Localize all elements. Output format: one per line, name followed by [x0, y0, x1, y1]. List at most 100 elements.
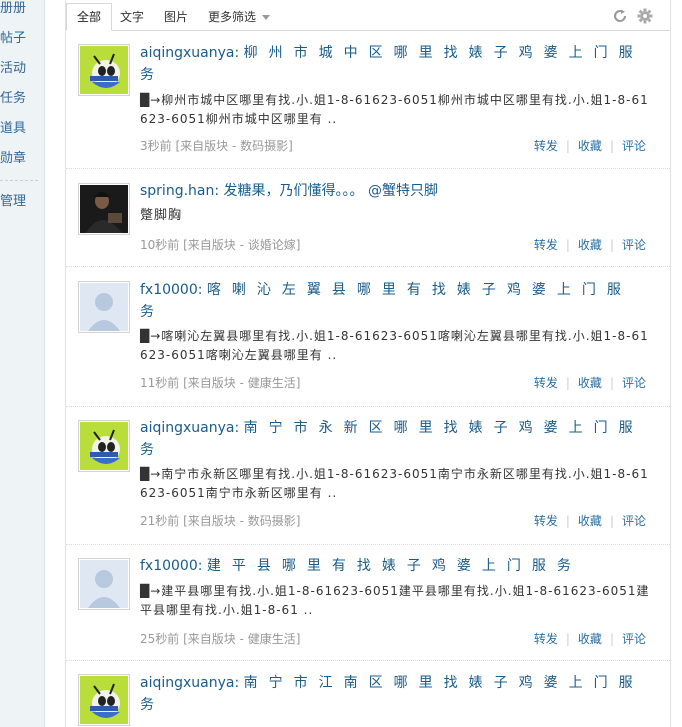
author-link[interactable]: spring.han	[140, 183, 214, 199]
post-source[interactable]: [来自版块 - 健康生活]	[183, 376, 300, 390]
author-link[interactable]: aiqingxuanya	[140, 420, 234, 436]
post-title: spring.han: 发糖果，乃们懂得。。。 @蟹特只脚	[140, 180, 650, 202]
separator: |	[609, 376, 614, 390]
forward-button[interactable]: 转发	[534, 139, 558, 153]
author-link[interactable]: fx10000	[140, 282, 198, 298]
post-actions: 转发 | 收藏 | 评论	[534, 374, 646, 391]
caret-down-icon	[261, 15, 270, 20]
author-link[interactable]: fx10000	[140, 558, 198, 574]
sidebar-item-manage[interactable]: 管理	[0, 187, 44, 217]
post-time: 10秒前	[140, 238, 180, 252]
post-body: █→柳州市城中区哪里有找.小.姐1-8-61623-6051柳州市城中区哪里有找…	[140, 93, 649, 126]
left-sidebar: 册册 帖子 活动 任务 道具 勋章 管理	[0, 0, 45, 727]
sidebar-divider	[0, 180, 38, 181]
separator: |	[565, 632, 570, 646]
post-body: 蹩脚胸	[140, 208, 183, 223]
post-meta: 3秒前 [来自版块 - 数码摄影]	[140, 137, 293, 154]
post-body: █→建平县哪里有找.小.姐1-8-61623-6051建平县哪里有找.小.姐1-…	[140, 584, 650, 617]
feed-panel: 全部 文字 图片 更多筛选 aiqingxuanya: 柳州市城中区哪里找婊子鸡…	[65, 0, 671, 727]
colon: :	[214, 183, 220, 199]
post-actions: 转发 | 收藏 | 评论	[534, 236, 646, 253]
colon: :	[234, 675, 240, 691]
gear-icon[interactable]	[637, 8, 653, 24]
separator: |	[565, 514, 570, 528]
colon: :	[234, 420, 240, 436]
post-meta: 21秒前 [来自版块 - 数码摄影]	[140, 512, 300, 529]
post-source[interactable]: [来自版块 - 数码摄影]	[175, 139, 292, 153]
favorite-button[interactable]: 收藏	[578, 632, 602, 646]
post-actions: 转发 | 收藏 | 评论	[534, 137, 646, 154]
post-meta: 11秒前 [来自版块 - 健康生活]	[140, 374, 300, 391]
favorite-button[interactable]: 收藏	[578, 514, 602, 528]
avatar[interactable]	[78, 44, 130, 96]
colon: :	[197, 282, 203, 298]
post-title: aiqingxuanya: 南宁市永新区哪里找婊子鸡婆上门服务	[140, 417, 650, 461]
author-link[interactable]: aiqingxuanya	[140, 45, 234, 61]
post-body: █→喀喇沁左翼县哪里有找.小.姐1-8-61623-6051喀喇沁左翼县哪里有找…	[140, 329, 649, 362]
avatar[interactable]	[78, 183, 130, 235]
forward-button[interactable]: 转发	[534, 238, 558, 252]
favorite-button[interactable]: 收藏	[578, 238, 602, 252]
feed-item: aiqingxuanya: 南宁市江南区哪里找婊子鸡婆上门服务	[66, 660, 670, 727]
post-actions: 转发 | 收藏 | 评论	[534, 512, 646, 529]
sidebar-item-events[interactable]: 活动	[0, 54, 44, 84]
post-source[interactable]: [来自版块 - 谈婚论嫁]	[183, 238, 300, 252]
colon: :	[234, 45, 240, 61]
feed-item: aiqingxuanya: 南宁市永新区哪里找婊子鸡婆上门服务 █→南宁市永新区…	[66, 406, 670, 545]
tab-image[interactable]: 图片	[164, 4, 188, 30]
favorite-button[interactable]: 收藏	[578, 139, 602, 153]
avatar[interactable]	[78, 558, 130, 610]
post-source[interactable]: [来自版块 - 健康生活]	[183, 632, 300, 646]
sidebar-item-posts[interactable]: 帖子	[0, 24, 44, 54]
post-meta: 10秒前 [来自版块 - 谈婚论嫁]	[140, 236, 300, 253]
sidebar-item-register[interactable]: 册册	[0, 0, 44, 24]
tab-all[interactable]: 全部	[66, 3, 113, 31]
comment-button[interactable]: 评论	[622, 238, 646, 252]
tab-more-filters[interactable]: 更多筛选	[208, 4, 270, 30]
post-title: aiqingxuanya: 南宁市江南区哪里找婊子鸡婆上门服务	[140, 672, 650, 716]
post-source[interactable]: [来自版块 - 数码摄影]	[183, 514, 300, 528]
post-title-text[interactable]: 喀喇沁左翼县哪里有找婊子鸡婆上门服务	[140, 282, 632, 320]
colon: :	[197, 558, 203, 574]
comment-button[interactable]: 评论	[622, 514, 646, 528]
post-body: █→南宁市永新区哪里有找.小.姐1-8-61623-6051南宁市永新区哪里有找…	[140, 467, 649, 500]
feed-item: aiqingxuanya: 柳州市城中区哪里找婊子鸡婆上门服务 █→柳州市城中区…	[66, 30, 670, 169]
post-title: aiqingxuanya: 柳州市城中区哪里找婊子鸡婆上门服务	[140, 42, 650, 86]
sidebar-item-medals[interactable]: 勋章	[0, 144, 44, 174]
tab-more-filters-label: 更多筛选	[208, 10, 257, 24]
post-time: 11秒前	[140, 376, 180, 390]
post-title: fx10000: 喀喇沁左翼县哪里有找婊子鸡婆上门服务	[140, 279, 650, 323]
post-time: 3秒前	[140, 139, 172, 153]
post-time: 25秒前	[140, 632, 180, 646]
favorite-button[interactable]: 收藏	[578, 376, 602, 390]
forward-button[interactable]: 转发	[534, 514, 558, 528]
forward-button[interactable]: 转发	[534, 632, 558, 646]
avatar[interactable]	[78, 281, 130, 333]
author-link[interactable]: aiqingxuanya	[140, 675, 234, 691]
sidebar-item-props[interactable]: 道具	[0, 114, 44, 144]
separator: |	[609, 238, 614, 252]
post-time: 21秒前	[140, 514, 180, 528]
forward-button[interactable]: 转发	[534, 376, 558, 390]
separator: |	[565, 238, 570, 252]
sidebar-item-tasks[interactable]: 任务	[0, 84, 44, 114]
post-meta: 25秒前 [来自版块 - 健康生活]	[140, 630, 300, 647]
tab-text[interactable]: 文字	[120, 4, 144, 30]
comment-button[interactable]: 评论	[622, 632, 646, 646]
comment-button[interactable]: 评论	[622, 376, 646, 390]
separator: |	[609, 514, 614, 528]
separator: |	[609, 632, 614, 646]
separator: |	[565, 376, 570, 390]
feed-item: spring.han: 发糖果，乃们懂得。。。 @蟹特只脚 蹩脚胸 10秒前 […	[66, 168, 670, 267]
avatar[interactable]	[78, 420, 130, 472]
mention-link[interactable]: @蟹特只脚	[368, 183, 438, 199]
post-title-text[interactable]: 发糖果，乃们懂得。。。	[224, 183, 364, 199]
separator: |	[609, 139, 614, 153]
separator: |	[565, 139, 570, 153]
refresh-icon[interactable]	[612, 8, 628, 24]
post-actions: 转发 | 收藏 | 评论	[534, 630, 646, 647]
post-title-text[interactable]: 建平县哪里有找婊子鸡婆上门服务	[207, 558, 582, 574]
feed-item: fx10000: 建平县哪里有找婊子鸡婆上门服务 █→建平县哪里有找.小.姐1-…	[66, 544, 670, 661]
comment-button[interactable]: 评论	[622, 139, 646, 153]
avatar[interactable]	[78, 674, 130, 726]
